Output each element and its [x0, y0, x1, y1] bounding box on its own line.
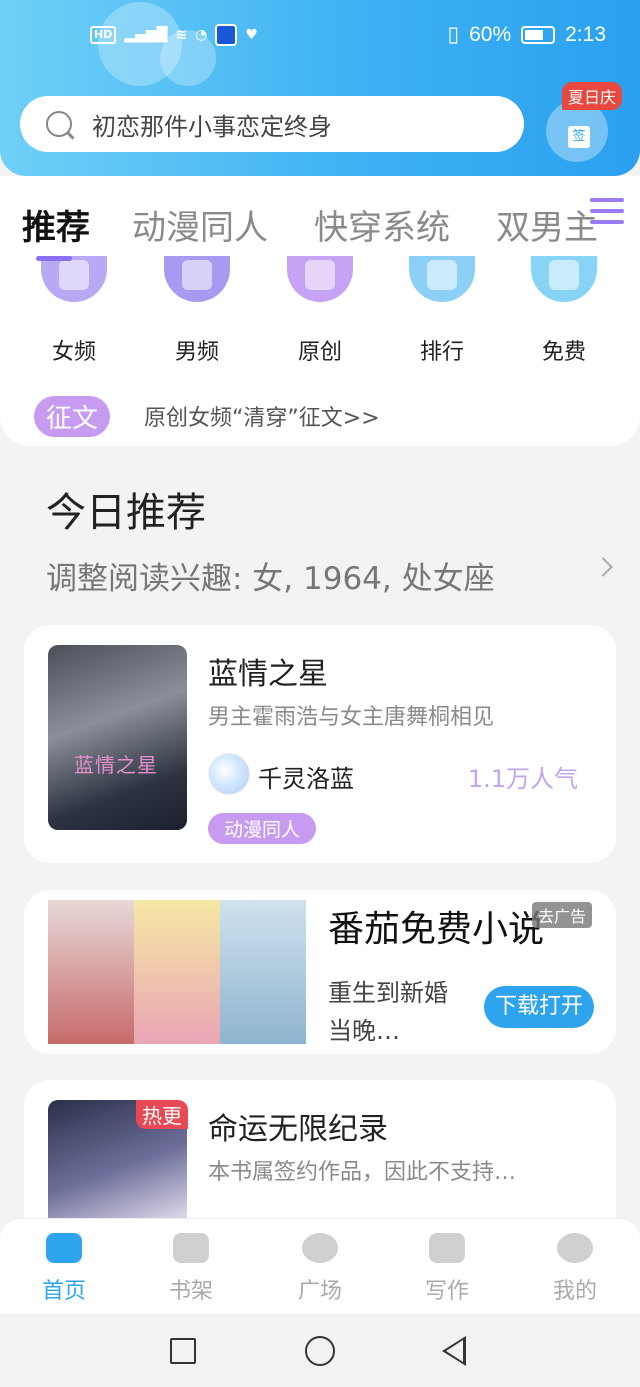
category-tabs: 推荐 动漫同人 快穿系统 双男主: [0, 176, 640, 256]
heart-icon: ♥: [245, 27, 258, 43]
avatar: [208, 753, 250, 795]
category-ranking[interactable]: 排行: [392, 256, 492, 366]
tabs-menu-icon[interactable]: [590, 198, 624, 232]
bottom-nav: 首页 书架 广场 写作 我的: [0, 1218, 640, 1314]
book-cover[interactable]: 蓝情之星: [48, 645, 187, 830]
book-card[interactable]: 蓝情之星 蓝情之星 男主霍雨浩与女主唐舞桐相见 千灵洛蓝 1.1万人气 动漫同人: [24, 625, 616, 863]
clock: 2:13: [565, 22, 606, 46]
section-title: 今日推荐: [46, 490, 206, 536]
adjust-interest-link[interactable]: 调整阅读兴趣: 女, 1964, 处女座: [46, 553, 495, 598]
original-icon: [287, 256, 353, 302]
category-original[interactable]: 原创: [270, 256, 370, 366]
nav-write[interactable]: 写作: [407, 1233, 487, 1305]
hot-badge: 热更: [136, 1100, 188, 1129]
battery-percent: 60%: [469, 22, 512, 46]
category-label: 男频: [174, 340, 219, 365]
tab-danmei[interactable]: 双男主: [496, 200, 598, 249]
active-tab-indicator: [36, 256, 72, 261]
pen-icon: [429, 1233, 465, 1263]
search-placeholder: 初恋那件小事恋定终身: [92, 112, 332, 141]
male-icon: [164, 256, 230, 302]
nav-label: 广场: [297, 1279, 342, 1304]
home-icon: [46, 1233, 82, 1263]
nav-bookshelf[interactable]: 书架: [151, 1233, 231, 1305]
status-left-icons: HD ▂▄▆█ ≋ ◔ ♥: [90, 24, 258, 46]
contest-text: 原创女频“清穿”征文>>: [144, 406, 380, 431]
status-bar: HD ▂▄▆█ ≋ ◔ ♥ ▯ 60% 2:13: [0, 18, 640, 58]
cover-title: 蓝情之星: [74, 753, 158, 777]
book-description: 男主霍雨浩与女主唐舞桐相见: [208, 705, 495, 730]
coin-icon: [531, 256, 597, 302]
gift-icon: 签: [568, 126, 590, 148]
wifi-icon: ≋: [175, 27, 188, 43]
female-icon: [41, 256, 107, 302]
notification-icon: [215, 24, 238, 46]
back-button[interactable]: [442, 1336, 466, 1366]
header: HD ▂▄▆█ ≋ ◔ ♥ ▯ 60% 2:13 初恋那件小事恋定终身 夏日庆 …: [0, 0, 640, 176]
chevron-right-icon[interactable]: [593, 557, 613, 577]
ad-image[interactable]: [48, 900, 306, 1044]
signal-icon: ▂▄▆█: [124, 27, 168, 43]
battery-icon: [521, 25, 556, 44]
genre-tag[interactable]: 动漫同人: [208, 813, 317, 844]
chat-icon: [557, 1233, 593, 1263]
nav-plaza[interactable]: 广场: [280, 1233, 360, 1305]
search-input[interactable]: 初恋那件小事恋定终身: [20, 96, 524, 152]
nav-label: 我的: [552, 1279, 597, 1304]
tab-anime-fanfic[interactable]: 动漫同人: [132, 200, 268, 249]
nav-label: 书架: [168, 1279, 213, 1304]
nav-home[interactable]: 首页: [24, 1233, 104, 1305]
event-badge: 夏日庆: [562, 82, 623, 110]
ad-description: 重生到新婚当晚…: [328, 979, 448, 1045]
tab-quick-transmigration[interactable]: 快穿系统: [314, 200, 450, 249]
nav-mine[interactable]: 我的: [535, 1233, 615, 1305]
recents-button[interactable]: [170, 1338, 196, 1364]
bookshelf-icon: [173, 1233, 209, 1263]
download-open-button[interactable]: 下载打开: [484, 986, 594, 1028]
nav-label: 写作: [424, 1279, 469, 1304]
system-nav-bar: [0, 1314, 640, 1387]
planet-icon: [302, 1233, 338, 1263]
search-icon: [46, 111, 72, 137]
tab-recommend[interactable]: 推荐: [22, 200, 90, 249]
ranking-icon: [409, 256, 475, 302]
category-free[interactable]: 免费: [514, 256, 614, 366]
book-title[interactable]: 命运无限纪录: [208, 1104, 388, 1148]
ad-title[interactable]: 番茄免费小说: [328, 900, 544, 952]
book-description: 本书属签约作品，因此不支持…: [208, 1160, 517, 1185]
category-label: 女频: [51, 340, 96, 365]
signin-button[interactable]: 夏日庆 签: [546, 82, 632, 170]
category-label: 免费: [541, 340, 586, 365]
ad-card[interactable]: 番茄免费小说 去广告 重生到新婚当晚… 下载打开: [24, 890, 616, 1054]
home-button[interactable]: [305, 1336, 335, 1366]
app-icon: ◔: [195, 27, 208, 43]
remove-ad-button[interactable]: 去广告: [532, 902, 593, 928]
status-right: ▯ 60% 2:13: [448, 22, 606, 47]
category-female[interactable]: 女频: [24, 256, 124, 366]
contest-banner[interactable]: 征文 原创女频“清穿”征文>>: [34, 395, 380, 437]
category-label: 原创: [297, 340, 342, 365]
category-male[interactable]: 男频: [147, 256, 247, 366]
category-section: 女频 男频 原创 排行 免费 征文 原创女频“清穿”征文>>: [0, 256, 640, 446]
popularity-count: 1.1万人气: [467, 765, 578, 793]
nav-label: 首页: [41, 1279, 86, 1304]
vibrate-icon: ▯: [447, 23, 460, 46]
category-label: 排行: [419, 340, 464, 365]
author-name[interactable]: 千灵洛蓝: [258, 759, 354, 794]
hd-icon: HD: [90, 26, 117, 44]
book-title[interactable]: 蓝情之星: [208, 649, 328, 693]
contest-tag: 征文: [34, 395, 111, 437]
